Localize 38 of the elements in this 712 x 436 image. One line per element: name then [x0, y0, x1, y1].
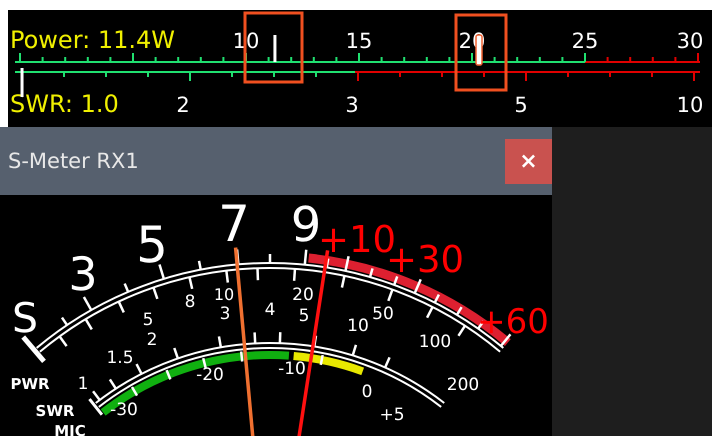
s-unit-label: 9 — [290, 197, 322, 253]
scale-label: 8 — [184, 292, 196, 312]
scale-label: -10 — [278, 359, 306, 379]
scale-label: 5 — [298, 306, 310, 326]
scale-label: 3 — [220, 304, 230, 324]
scale-name-label: SWR — [36, 402, 74, 420]
scale-label: 10 — [676, 93, 704, 117]
window-title: S-Meter RX1 — [8, 149, 139, 173]
scale-label: -30 — [110, 400, 138, 420]
scale-label: 10 — [347, 316, 369, 336]
s-unit-label: 5 — [136, 216, 168, 274]
scale-label: 2 — [176, 93, 190, 117]
scale-label: 1.5 — [106, 348, 134, 368]
scale-name-label: MIC — [54, 422, 86, 436]
scale-label: 10 — [214, 285, 234, 304]
scale-label: 4 — [264, 300, 276, 320]
scale-label: 200 — [446, 375, 480, 395]
power-label: Power: 11.4W — [10, 26, 176, 54]
scale-label: 3 — [345, 93, 359, 117]
close-button[interactable]: × — [505, 138, 552, 184]
scale-label: 0 — [362, 382, 372, 402]
scale-label: 100 — [418, 332, 452, 352]
scale-name-label: PWR — [10, 375, 50, 393]
s-unit-label: S — [12, 294, 38, 342]
scale-label: 2 — [146, 330, 158, 350]
scale-label: 15 — [346, 29, 372, 53]
swr-label: SWR: 1.0 — [10, 90, 119, 118]
scale-label: 5 — [142, 310, 154, 330]
s-unit-label: 3 — [68, 247, 98, 301]
scale-label: 5 — [514, 93, 528, 117]
scale-label: +5 — [379, 405, 405, 425]
scale-label: 20 — [292, 285, 314, 305]
scale-label: -20 — [196, 365, 224, 385]
s-unit-label: 7 — [218, 195, 250, 253]
scale-label: 50 — [372, 304, 394, 324]
scale-label: 30 — [676, 29, 704, 53]
scale-label: 1 — [78, 374, 88, 394]
scale-label: 25 — [572, 29, 598, 53]
